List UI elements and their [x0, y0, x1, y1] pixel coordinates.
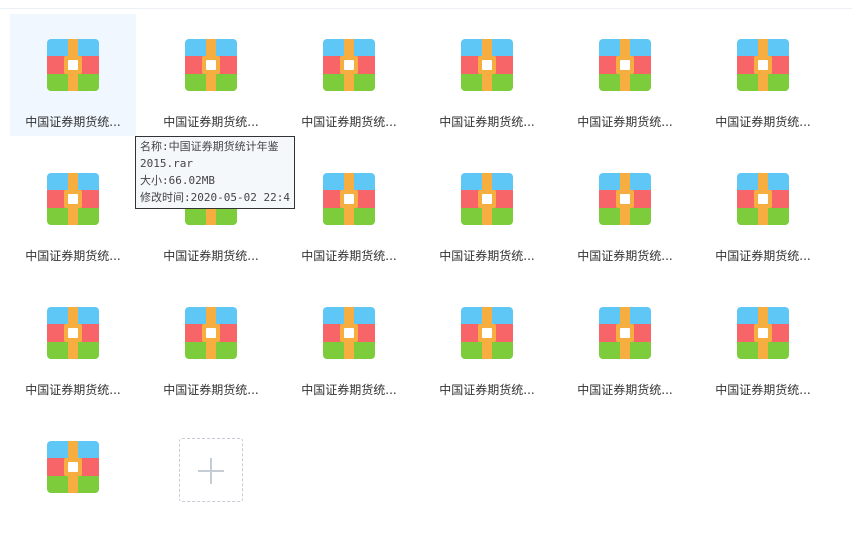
file-tooltip: 名称:中国证券期货统计年鉴 2015.rar 大小:66.02MB 修改时间:2…	[135, 136, 295, 209]
file-name: 中国证券期货统...	[25, 249, 121, 263]
file-name: 中国证券期货统...	[577, 383, 673, 397]
winrar-archive-icon	[599, 307, 651, 359]
file-item[interactable]: 中国证券期货统...	[700, 148, 826, 270]
file-item[interactable]: 中国证券期货统...	[286, 148, 412, 270]
winrar-archive-icon	[599, 39, 651, 91]
file-name: 中国证券期货统...	[439, 249, 535, 263]
add-file-button[interactable]	[179, 438, 243, 502]
winrar-archive-icon	[599, 173, 651, 225]
winrar-archive-icon	[737, 173, 789, 225]
file-name: 中国证券期货统...	[301, 383, 397, 397]
winrar-archive-icon	[323, 307, 375, 359]
top-divider	[0, 8, 852, 9]
tooltip-extension: 2015.rar	[140, 157, 193, 170]
winrar-archive-icon	[185, 39, 237, 91]
file-name: 中国证券期货统...	[301, 115, 397, 129]
file-name: 中国证券期货统...	[439, 115, 535, 129]
file-name: 中国证券期货统...	[301, 249, 397, 263]
winrar-archive-icon	[47, 173, 99, 225]
file-name: 中国证券期货统...	[715, 249, 811, 263]
file-item[interactable]: 中国证券期货统...	[148, 14, 274, 136]
file-item[interactable]: 中国证券期货统...	[10, 282, 136, 404]
file-item[interactable]: 中国证券期货统...	[286, 282, 412, 404]
winrar-archive-icon	[323, 173, 375, 225]
file-item[interactable]: 中国证券期货统...	[562, 14, 688, 136]
plus-icon	[210, 458, 212, 484]
file-name: 中国证券期货统...	[25, 115, 121, 129]
winrar-archive-icon	[47, 441, 99, 493]
winrar-archive-icon	[323, 39, 375, 91]
winrar-archive-icon	[737, 307, 789, 359]
file-name: 中国证券期货统...	[577, 115, 673, 129]
file-name: 中国证券期货统...	[163, 249, 259, 263]
tooltip-name: 名称:中国证券期货统计年鉴	[140, 140, 279, 153]
file-name: 中国证券期货统...	[25, 383, 121, 397]
file-item[interactable]: 中国证券期货统...	[286, 14, 412, 136]
winrar-archive-icon	[47, 39, 99, 91]
file-item[interactable]: 中国证券期货统...	[700, 14, 826, 136]
file-item[interactable]: 中国证券期货统...	[562, 148, 688, 270]
winrar-archive-icon	[461, 307, 513, 359]
file-item[interactable]: 中国证券期货统...	[10, 148, 136, 270]
tooltip-size: 大小:66.02MB	[140, 174, 215, 187]
file-item[interactable]: 中国证券期货统...	[424, 14, 550, 136]
winrar-archive-icon	[461, 39, 513, 91]
file-item[interactable]: 中国证券期货统...	[148, 282, 274, 404]
tooltip-modified: 修改时间:2020-05-02 22:44	[140, 191, 290, 204]
file-item[interactable]: 中国证券期货统...	[700, 282, 826, 404]
file-name: 中国证券期货统...	[163, 115, 259, 129]
file-name: 中国证券期货统...	[163, 383, 259, 397]
winrar-archive-icon	[185, 307, 237, 359]
winrar-archive-icon	[47, 307, 99, 359]
file-name: 中国证券期货统...	[715, 115, 811, 129]
winrar-archive-icon	[461, 173, 513, 225]
file-name: 中国证券期货统...	[439, 383, 535, 397]
file-item[interactable]: 中国证券期货统...	[424, 148, 550, 270]
file-name: 中国证券期货统...	[715, 383, 811, 397]
file-item[interactable]	[10, 416, 136, 538]
winrar-archive-icon	[737, 39, 789, 91]
file-name: 中国证券期货统...	[577, 249, 673, 263]
file-item[interactable]: 中国证券期货统...	[562, 282, 688, 404]
file-item[interactable]: 中国证券期货统...	[424, 282, 550, 404]
file-item[interactable]: 中国证券期货统...	[10, 14, 136, 136]
